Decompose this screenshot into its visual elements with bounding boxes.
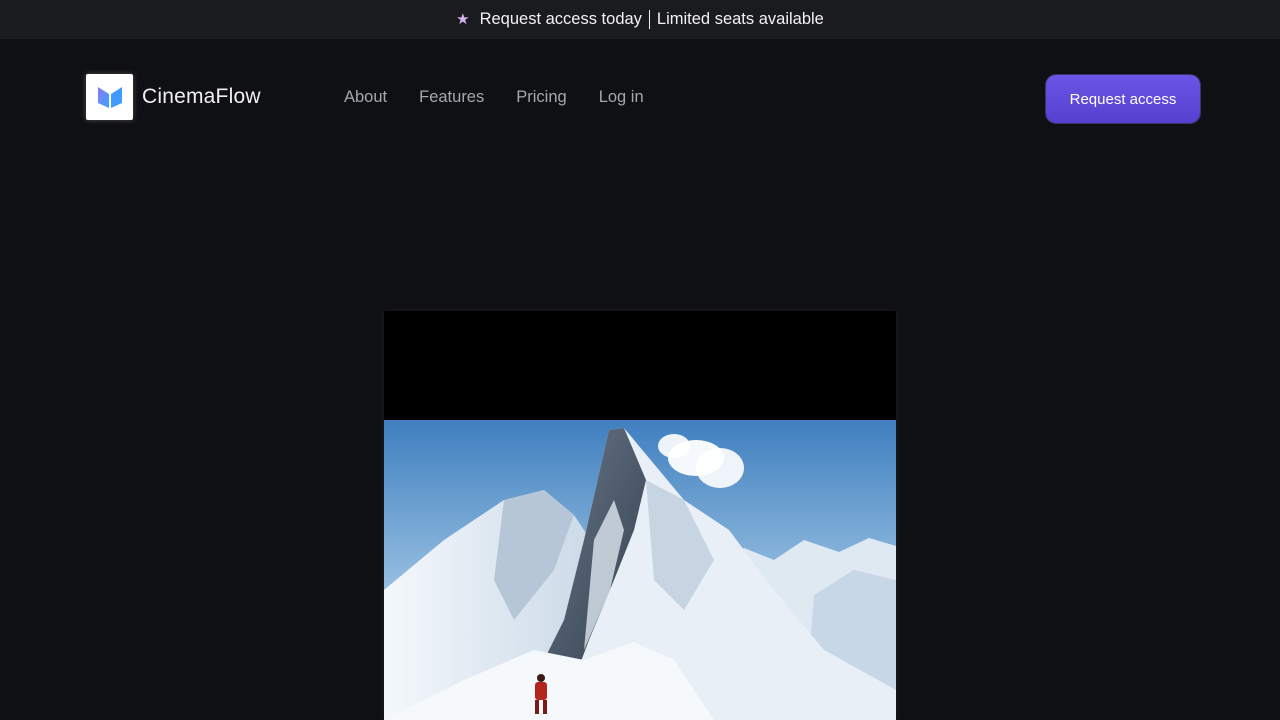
star-icon: ★ <box>456 10 470 28</box>
logo-icon <box>86 74 133 120</box>
brand[interactable]: CinemaFlow <box>86 74 261 120</box>
brand-name: CinemaFlow <box>142 85 261 108</box>
announcement-bar: ★ Request access today Limited seats ava… <box>0 0 1280 39</box>
announcement-text-right: Limited seats available <box>656 10 824 28</box>
request-access-button[interactable]: Request access <box>1046 75 1200 123</box>
nav-link-pricing[interactable]: Pricing <box>516 88 566 107</box>
nav-link-features[interactable]: Features <box>419 88 484 107</box>
nav-links: About Features Pricing Log in <box>344 88 644 107</box>
mountain-image <box>384 420 896 720</box>
hero-video[interactable] <box>384 311 896 720</box>
top-navigation: CinemaFlow About Features Pricing Log in… <box>0 39 1280 159</box>
announcement-text-left: Request access today <box>479 10 642 28</box>
nav-link-login[interactable]: Log in <box>599 88 644 107</box>
nav-link-about[interactable]: About <box>344 88 387 107</box>
announcement-divider <box>648 10 650 29</box>
